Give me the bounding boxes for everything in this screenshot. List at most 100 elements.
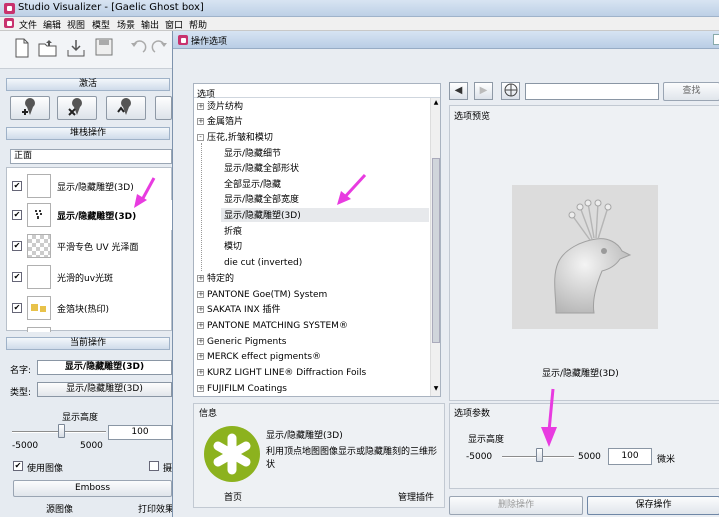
layer-checkbox[interactable]: ✔ [12,181,22,191]
tree-item[interactable]: 显示/隐藏细节 [224,149,281,159]
undo-icon[interactable] [128,38,148,60]
redo-icon[interactable] [150,38,170,60]
menu-window[interactable]: 窗口 [165,18,183,31]
type-select[interactable]: 显示/隐藏雕塑(3D) [37,382,172,397]
main-titlebar: Studio Visualizer - [Gaelic Ghost box] [0,0,719,17]
tree-item[interactable]: + PANTONE Goe(TM) System [197,290,327,300]
expand-icon[interactable]: + [197,103,204,110]
scroll-thumb[interactable] [432,158,440,343]
tree-item[interactable]: 折痕 [224,227,242,237]
menu-scene[interactable]: 场景 [117,18,135,31]
move-up-operation-button[interactable] [106,96,146,120]
scroll-up-icon[interactable]: ▲ [432,99,440,107]
home-button[interactable] [501,82,520,100]
tree-item[interactable]: - 压花,折皱和模切 [197,133,273,143]
tree-item[interactable]: + PANTONE MATCHING SYSTEM® [197,321,348,331]
layer-checkbox[interactable]: ✔ [12,303,22,313]
save-icon[interactable] [94,38,114,60]
delete-operation-button[interactable]: 删除操作 [449,496,583,515]
manage-plugins-link[interactable]: 管理插件 [398,490,434,503]
layer-checkbox[interactable]: ✔ [12,241,22,251]
tree-item[interactable]: + FUJIFILM Coatings [197,384,287,394]
height-value-field[interactable]: 100 [108,425,172,440]
tree-item[interactable]: + 金属箔片 [197,117,243,127]
param-min-label: -5000 [466,452,493,462]
use-image-checkbox[interactable]: ✔ [13,461,23,471]
tree-item-selected[interactable]: 显示/隐藏雕塑(3D) [224,211,301,221]
tree-item[interactable]: + MERCK effect pigments® [197,352,321,362]
layer-row[interactable]: ✔ 金箔块(热印) [7,293,173,323]
menu-file[interactable]: 文件 [19,18,37,31]
back-button[interactable]: ◀ [449,82,468,100]
layer-checkbox[interactable]: ✔ [12,210,22,220]
options-label: 选项 [197,90,216,100]
source-image-label[interactable]: 源图像 [46,502,73,515]
tree-item[interactable]: + Generic Pigments [197,337,286,347]
param-unit: 微米 [657,455,676,465]
param-value-field[interactable]: 100 [608,448,652,465]
import-icon[interactable] [66,38,86,60]
tree-scrollbar[interactable]: ▲ ▼ [430,98,440,396]
menu-view[interactable]: 视图 [67,18,85,31]
param-height-label: 显示高度 [468,435,505,445]
add-operation-button[interactable] [10,96,50,120]
new-file-icon[interactable] [12,38,32,60]
other-checkbox[interactable] [149,461,159,471]
menu-model[interactable]: 模型 [92,18,110,31]
open-folder-icon[interactable] [38,38,58,60]
menu-app-icon[interactable] [4,18,14,28]
layer-row[interactable] [7,324,173,332]
up-pin-icon [117,98,131,115]
layer-label: 光滑的uv光斑 [57,274,114,284]
search-button[interactable]: 查找 [663,82,719,101]
options-tree-panel[interactable]: 选项 + 烫片纺构 + 金属箔片 - 压花,折皱和模切 显示/隐藏细节 显示/隐藏全部… [193,83,441,397]
param-slider-thumb[interactable] [536,448,543,462]
face-select[interactable]: 正面 [10,149,172,164]
remove-operation-button[interactable] [57,96,97,120]
emboss-button[interactable]: Emboss [13,480,172,497]
tree-item[interactable]: + KURZ LIGHT LINE® Diffraction Foils [197,368,366,378]
height-slider-thumb[interactable] [58,424,65,438]
save-operation-button[interactable]: 保存操作 [587,496,719,515]
stack-header[interactable]: 堆栈操作 [6,127,170,140]
menu-output[interactable]: 输出 [141,18,159,31]
expand-icon[interactable]: + [197,306,204,313]
tree-item[interactable]: 全部显示/隐藏 [224,180,281,190]
plugin-logo [204,426,260,482]
expand-icon[interactable]: + [197,338,204,345]
layer-thumbnail [27,296,51,320]
collapse-icon[interactable]: - [197,134,204,141]
options-tree[interactable]: + 烫片纺构 + 金属箔片 - 压花,折皱和模切 显示/隐藏细节 显示/隐藏全部形状 … [197,100,429,396]
layer-checkbox[interactable]: ✔ [12,272,22,282]
print-effect-label[interactable]: 打印效果 [138,502,174,515]
scroll-down-icon[interactable]: ▼ [432,385,440,393]
expand-icon[interactable]: + [197,369,204,376]
tree-item[interactable]: 模切 [224,242,242,252]
expand-icon[interactable]: + [197,385,204,392]
tree-item[interactable]: die cut (inverted) [224,258,302,268]
expand-icon[interactable]: + [197,118,204,125]
tree-item[interactable]: + SAKATA INX 插件 [197,305,280,315]
dialog-close-icon[interactable] [713,34,719,45]
tree-item[interactable]: 显示/隐藏全部形状 [224,164,299,174]
peacock-relief-icon [554,199,632,314]
layer-row[interactable]: ✔ 光滑的uv光斑 [7,262,173,292]
current-operation-header[interactable]: 当前操作 [6,337,170,350]
tree-item[interactable]: + 烫片纺构 [197,102,243,112]
home-link[interactable]: 首页 [224,490,242,503]
menu-help[interactable]: 帮助 [189,18,207,31]
info-panel: 信息 显示/隐藏雕塑(3D) 利用顶点地图图像显示或隐藏雕刻的三维形状 首页 管… [193,403,445,508]
expand-icon[interactable]: + [197,322,204,329]
tree-item[interactable]: + 特定的 [197,274,234,284]
expand-icon[interactable]: + [197,275,204,282]
menu-edit[interactable]: 编辑 [43,18,61,31]
tree-item[interactable]: 显示/隐藏全部宽度 [224,195,299,205]
expand-icon[interactable]: + [197,353,204,360]
search-input[interactable] [525,83,659,100]
name-field[interactable]: 显示/隐藏雕塑(3D) [37,360,172,375]
more-operation-button[interactable] [155,96,172,120]
expand-icon[interactable]: + [197,291,204,298]
forward-button[interactable]: ▶ [474,82,493,100]
activate-header[interactable]: 激活 [6,78,170,91]
layer-row[interactable]: ✔ 平滑专色 UV 光泽面 [7,231,173,261]
